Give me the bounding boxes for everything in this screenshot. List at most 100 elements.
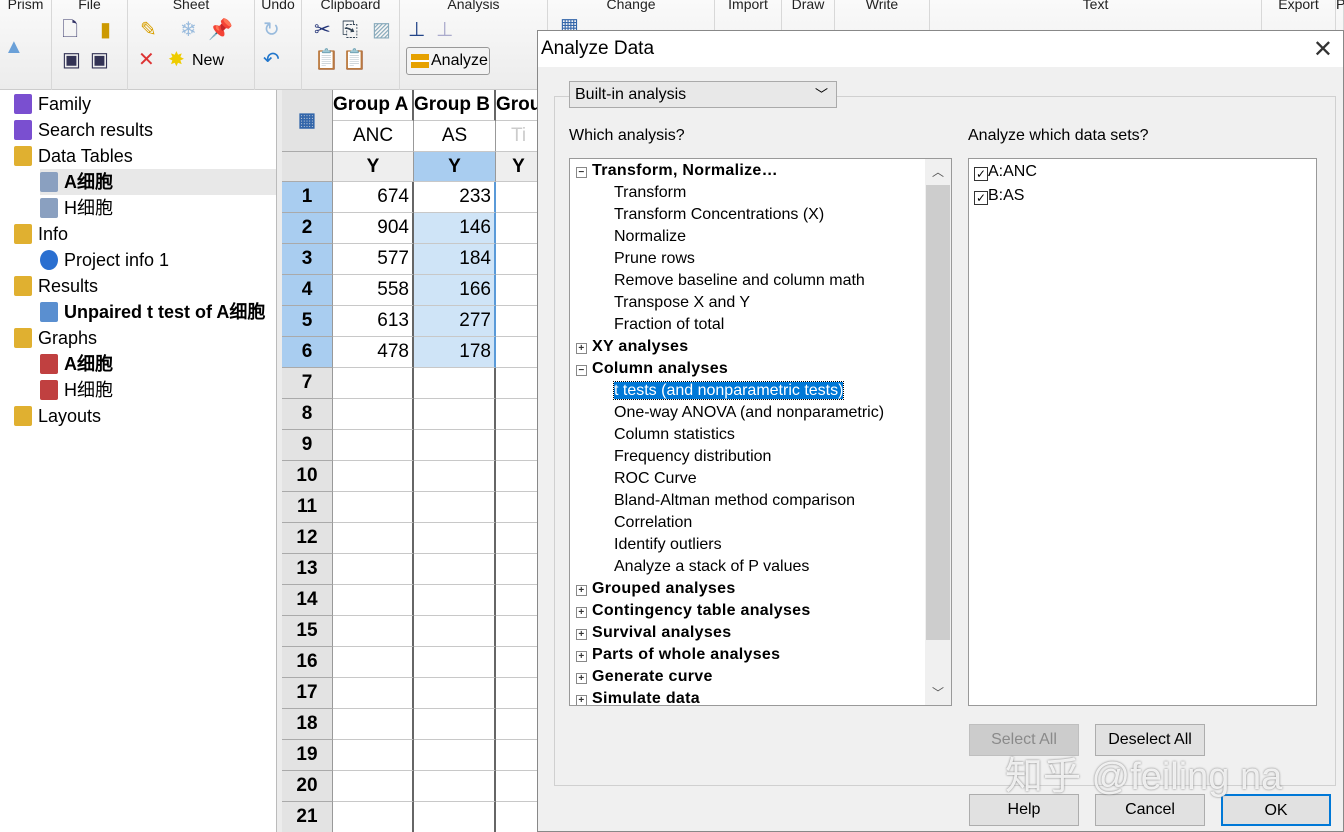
expand-icon[interactable]: + bbox=[576, 585, 587, 596]
table-cell[interactable]: 674 bbox=[333, 182, 414, 213]
navigator-item[interactable]: Results bbox=[14, 273, 98, 299]
row-header[interactable]: 18 bbox=[282, 709, 333, 740]
table-cell[interactable] bbox=[333, 709, 414, 740]
analysis-list[interactable]: ︿ ﹀ − Transform, Normalize… Transform Trans… bbox=[569, 158, 952, 706]
table-cell[interactable] bbox=[496, 585, 540, 616]
table-cell[interactable] bbox=[414, 554, 496, 585]
row-header[interactable]: 21 bbox=[282, 802, 333, 832]
table-cell[interactable] bbox=[333, 554, 414, 585]
table-cell[interactable] bbox=[414, 368, 496, 399]
expand-icon[interactable]: + bbox=[576, 695, 587, 705]
table-corner-icon[interactable]: ▦ bbox=[282, 90, 333, 152]
import-icon[interactable]: ▮ bbox=[100, 18, 111, 42]
analysis-category[interactable]: − Transform, Normalize… bbox=[576, 160, 778, 182]
table-cell[interactable]: 178 bbox=[414, 337, 496, 368]
save-icon[interactable]: ▣ bbox=[62, 48, 81, 72]
table-cell[interactable]: 277 bbox=[414, 306, 496, 337]
table-cell[interactable] bbox=[414, 461, 496, 492]
snowflake-icon[interactable]: ❄ bbox=[180, 18, 197, 42]
cut-icon[interactable]: ✂ bbox=[314, 18, 331, 42]
row-header[interactable]: 9 bbox=[282, 430, 333, 461]
table-cell[interactable] bbox=[496, 275, 540, 306]
row-header[interactable]: 19 bbox=[282, 740, 333, 771]
analysis-category[interactable]: + Parts of whole analyses bbox=[576, 644, 780, 666]
scrollbar-thumb[interactable] bbox=[926, 185, 950, 640]
table-cell[interactable] bbox=[496, 368, 540, 399]
table-cell[interactable] bbox=[496, 678, 540, 709]
table-cell[interactable] bbox=[496, 244, 540, 275]
navigator-item[interactable]: Layouts bbox=[14, 403, 101, 429]
analysis-item[interactable]: Frequency distribution bbox=[614, 446, 771, 468]
expand-icon[interactable]: + bbox=[576, 651, 587, 662]
analysis-item[interactable]: Prune rows bbox=[614, 248, 695, 270]
analyze-button[interactable]: Analyze bbox=[406, 47, 490, 75]
row-header[interactable]: 3 bbox=[282, 244, 333, 275]
navigator-item[interactable]: Graphs bbox=[14, 325, 97, 351]
row-header[interactable]: 11 bbox=[282, 492, 333, 523]
row-header[interactable]: 16 bbox=[282, 647, 333, 678]
table-cell[interactable] bbox=[333, 368, 414, 399]
paste-special-icon[interactable]: ▨ bbox=[372, 18, 391, 42]
table-cell[interactable] bbox=[333, 492, 414, 523]
analysis-type-dropdown[interactable]: Built-in analysis ﹀ bbox=[569, 81, 837, 108]
table-cell[interactable] bbox=[496, 771, 540, 802]
table-cell[interactable] bbox=[496, 616, 540, 647]
analysis-item[interactable]: Analyze a stack of P values bbox=[614, 556, 809, 578]
paste-icon[interactable]: 📋 bbox=[314, 48, 339, 72]
table-cell[interactable] bbox=[496, 523, 540, 554]
table-cell[interactable] bbox=[496, 337, 540, 368]
checkbox[interactable]: ✓ bbox=[974, 167, 988, 181]
expand-icon[interactable]: + bbox=[576, 629, 587, 640]
table-cell[interactable] bbox=[333, 585, 414, 616]
collapse-icon[interactable]: − bbox=[576, 365, 587, 376]
new-file-icon[interactable]: 🗋 bbox=[62, 18, 78, 42]
table-cell[interactable] bbox=[496, 461, 540, 492]
row-header[interactable]: 17 bbox=[282, 678, 333, 709]
table-cell[interactable] bbox=[414, 492, 496, 523]
table-cell[interactable] bbox=[414, 678, 496, 709]
navigator-item[interactable]: Project info 1 bbox=[40, 247, 169, 273]
table-cell[interactable] bbox=[333, 430, 414, 461]
table-cell[interactable] bbox=[414, 616, 496, 647]
column-group-title[interactable]: Group B bbox=[414, 90, 496, 121]
analysis-item[interactable]: Remove baseline and column math bbox=[614, 270, 865, 292]
table-cell[interactable] bbox=[414, 709, 496, 740]
dataset-item[interactable]: ✓ B:AS bbox=[974, 186, 1024, 206]
table-cell[interactable]: 146 bbox=[414, 213, 496, 244]
row-header[interactable]: 7 bbox=[282, 368, 333, 399]
new-button[interactable]: New bbox=[192, 52, 224, 70]
navigator-item[interactable]: Search results bbox=[14, 117, 153, 143]
copy-icon[interactable]: ⎘ bbox=[342, 18, 358, 42]
row-header[interactable]: 15 bbox=[282, 616, 333, 647]
analysis-item[interactable]: Fraction of total bbox=[614, 314, 724, 336]
navigator-item[interactable]: A细胞 bbox=[40, 351, 113, 377]
analysis-category[interactable]: + Survival analyses bbox=[576, 622, 731, 644]
expand-icon[interactable]: + bbox=[576, 607, 587, 618]
analysis-item[interactable]: Column statistics bbox=[614, 424, 735, 446]
table-cell[interactable]: 558 bbox=[333, 275, 414, 306]
analysis-item[interactable]: Identify outliers bbox=[614, 534, 722, 556]
table-cell[interactable] bbox=[333, 523, 414, 554]
column-title[interactable]: Ti bbox=[496, 121, 540, 152]
table-cell[interactable] bbox=[333, 771, 414, 802]
subcolumn-header[interactable]: Y bbox=[333, 152, 414, 182]
table-cell[interactable] bbox=[333, 647, 414, 678]
scroll-up-icon[interactable]: ︿ bbox=[925, 163, 951, 180]
navigator-item[interactable]: A细胞 bbox=[40, 169, 276, 195]
paste-menu-icon[interactable]: 📋 bbox=[342, 48, 367, 72]
row-header[interactable]: 1 bbox=[282, 182, 333, 213]
table-cell[interactable] bbox=[496, 709, 540, 740]
table-cell[interactable] bbox=[496, 647, 540, 678]
table-cell[interactable] bbox=[496, 740, 540, 771]
table-cell[interactable]: 577 bbox=[333, 244, 414, 275]
highlight-icon[interactable]: ✎ bbox=[140, 18, 157, 42]
analysis-item[interactable]: Correlation bbox=[614, 512, 692, 534]
row-header[interactable]: 20 bbox=[282, 771, 333, 802]
redo-icon[interactable]: ↻ bbox=[263, 18, 280, 42]
table-cell[interactable] bbox=[496, 399, 540, 430]
table-cell[interactable] bbox=[496, 492, 540, 523]
table-cell[interactable] bbox=[333, 616, 414, 647]
table-cell[interactable] bbox=[414, 740, 496, 771]
row-header[interactable]: 8 bbox=[282, 399, 333, 430]
row-header[interactable]: 2 bbox=[282, 213, 333, 244]
